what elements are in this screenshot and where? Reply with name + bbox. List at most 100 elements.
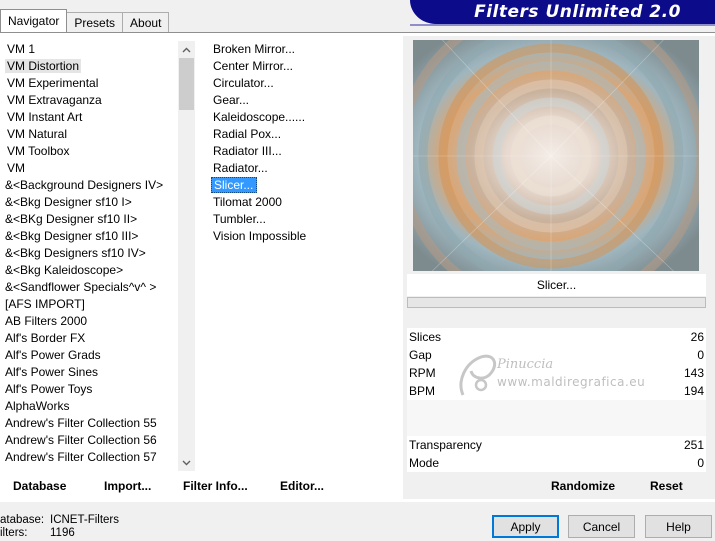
filter-item[interactable]: Radial Pox... — [211, 126, 401, 143]
category-list[interactable]: VM 1 VM Distortion VM Experimental VM Extra… — [0, 41, 178, 471]
category-item[interactable]: Alf's Power Sines — [0, 364, 178, 381]
filter-item[interactable]: Slicer... — [211, 177, 401, 194]
selected-filter-name: Slicer... — [407, 274, 706, 296]
filter-item-label: Circulator... — [213, 76, 274, 90]
filter-item-label: Center Mirror... — [213, 59, 294, 73]
category-item-label: AB Filters 2000 — [5, 314, 88, 328]
scroll-thumb[interactable] — [179, 58, 194, 110]
parameter-list: Slices 26 Gap 0 RPM 143 BPM 194 Transparency 251 M… — [407, 328, 706, 472]
filter-item[interactable]: Vision Impossible — [211, 228, 401, 245]
param-row-mode[interactable]: Mode 0 — [407, 454, 706, 472]
category-item[interactable]: VM — [0, 160, 178, 177]
param-row-gap[interactable]: Gap 0 — [407, 346, 706, 364]
param-row-bpm[interactable]: BPM 194 — [407, 382, 706, 400]
editor-button[interactable]: Editor... — [280, 479, 324, 493]
randomize-button[interactable]: Randomize — [551, 479, 615, 493]
category-item[interactable]: VM Natural — [0, 126, 178, 143]
param-label: Gap — [409, 348, 432, 362]
category-item[interactable]: [AFS IMPORT] — [0, 296, 178, 313]
tab-about[interactable]: About — [122, 12, 170, 32]
param-value: 0 — [697, 348, 704, 362]
scroll-up-button[interactable] — [178, 41, 195, 58]
preview-thumbnail — [413, 40, 699, 271]
navigator-panel: VM 1 VM Distortion VM Experimental VM Extra… — [0, 32, 715, 502]
category-item[interactable]: VM Experimental — [0, 75, 178, 92]
category-item[interactable]: Andrew's Filter Collection 56 — [0, 432, 178, 449]
category-scrollbar[interactable] — [178, 41, 195, 471]
help-button[interactable]: Help — [645, 515, 712, 538]
category-item[interactable]: &<Background Designers IV> — [0, 177, 178, 194]
category-item[interactable]: VM Toolbox — [0, 143, 178, 160]
category-item[interactable]: VM Distortion — [0, 58, 178, 75]
param-value: 251 — [683, 438, 704, 452]
category-item[interactable]: &<Bkg Designers sf10 IV> — [0, 245, 178, 262]
param-value: 143 — [683, 366, 704, 380]
category-item-label: &<Background Designers IV> — [5, 178, 164, 192]
category-item-label: &<Bkg Designer sf10 III> — [5, 229, 139, 243]
param-label: Mode — [409, 456, 440, 470]
tab-navigator[interactable]: Navigator — [0, 9, 68, 32]
filter-info-button[interactable]: Filter Info... — [183, 479, 248, 493]
param-row-rpm[interactable]: RPM 143 — [407, 364, 706, 382]
category-item-label: Andrew's Filter Collection 55 — [5, 416, 157, 430]
filter-item[interactable]: Gear... — [211, 92, 401, 109]
filter-item[interactable]: Tumbler... — [211, 211, 401, 228]
param-row-transparency[interactable]: Transparency 251 — [407, 436, 706, 454]
database-button[interactable]: Database — [13, 479, 66, 493]
filter-item-label: Radial Pox... — [213, 127, 282, 141]
filter-item-label: Vision Impossible — [213, 229, 307, 243]
category-item[interactable]: &<Bkg Designer sf10 III> — [0, 228, 178, 245]
filter-item[interactable]: Kaleidoscope...... — [211, 109, 401, 126]
param-label: Transparency — [409, 438, 482, 452]
status-info: atabase: ICNET-Filters ilters: 1196 — [0, 514, 119, 540]
filter-item[interactable]: Broken Mirror... — [211, 41, 401, 58]
import-button[interactable]: Import... — [104, 479, 151, 493]
category-item-label: &<Sandflower Specials^v^ > — [5, 280, 157, 294]
filter-item[interactable]: Radiator III... — [211, 143, 401, 160]
reset-button[interactable]: Reset — [650, 479, 683, 493]
param-label: Slices — [409, 330, 442, 344]
category-item[interactable]: VM Extravaganza — [0, 92, 178, 109]
filters-status-value: 1196 — [50, 527, 75, 539]
category-item-label: &<Bkg Kaleidoscope> — [5, 263, 124, 277]
category-item-label: Alf's Power Sines — [5, 365, 98, 379]
title-banner: Filters Unlimited 2.0 — [410, 0, 715, 24]
apply-button[interactable]: Apply — [492, 515, 559, 538]
category-item[interactable]: Andrew's Filter Collection 57 — [0, 449, 178, 466]
category-item[interactable]: AlphaWorks — [0, 398, 178, 415]
filter-item[interactable]: Tilomat 2000 — [211, 194, 401, 211]
filter-item-label: Tumbler... — [213, 212, 266, 226]
category-item-label: VM Extravaganza — [7, 93, 102, 107]
category-item[interactable]: VM Instant Art — [0, 109, 178, 126]
filter-item[interactable]: Center Mirror... — [211, 58, 401, 75]
filter-item[interactable]: Circulator... — [211, 75, 401, 92]
category-item[interactable]: Alf's Power Toys — [0, 381, 178, 398]
filter-item-label: Radiator... — [213, 161, 268, 175]
category-item[interactable]: &<BKg Designer sf10 II> — [0, 211, 178, 228]
banner-title: Filters Unlimited 2.0 — [474, 2, 681, 22]
param-row-empty — [407, 418, 706, 436]
filter-item[interactable]: Radiator... — [211, 160, 401, 177]
tab-presets[interactable]: Presets — [66, 12, 124, 32]
category-item[interactable]: Alf's Power Grads — [0, 347, 178, 364]
category-item[interactable]: &<Bkg Designer sf10 I> — [0, 194, 178, 211]
category-item[interactable]: VM 1 — [0, 41, 178, 58]
database-status-label: atabase: — [0, 514, 45, 526]
param-row-slices[interactable]: Slices 26 — [407, 328, 706, 346]
category-item[interactable]: AB Filters 2000 — [0, 313, 178, 330]
category-item[interactable]: &<Sandflower Specials^v^ > — [0, 279, 178, 296]
filter-item-label: Slicer... — [211, 177, 258, 193]
category-item-label: VM Distortion — [5, 59, 82, 73]
tab-bar: Navigator Presets About — [0, 9, 170, 32]
filter-item-label: Broken Mirror... — [213, 42, 296, 56]
chevron-down-icon — [182, 460, 191, 465]
category-item-label: &<Bkg Designer sf10 I> — [5, 195, 132, 209]
selected-filter-label: Slicer... — [536, 278, 577, 292]
category-item[interactable]: Alf's Border FX — [0, 330, 178, 347]
filter-list[interactable]: Broken Mirror... Center Mirror... Circulat… — [211, 41, 401, 461]
category-item[interactable]: Andrew's Filter Collection 55 — [0, 415, 178, 432]
category-item[interactable]: &<Bkg Kaleidoscope> — [0, 262, 178, 279]
scroll-down-button[interactable] — [178, 454, 195, 471]
category-item-label: Alf's Power Toys — [5, 382, 93, 396]
cancel-button[interactable]: Cancel — [568, 515, 635, 538]
